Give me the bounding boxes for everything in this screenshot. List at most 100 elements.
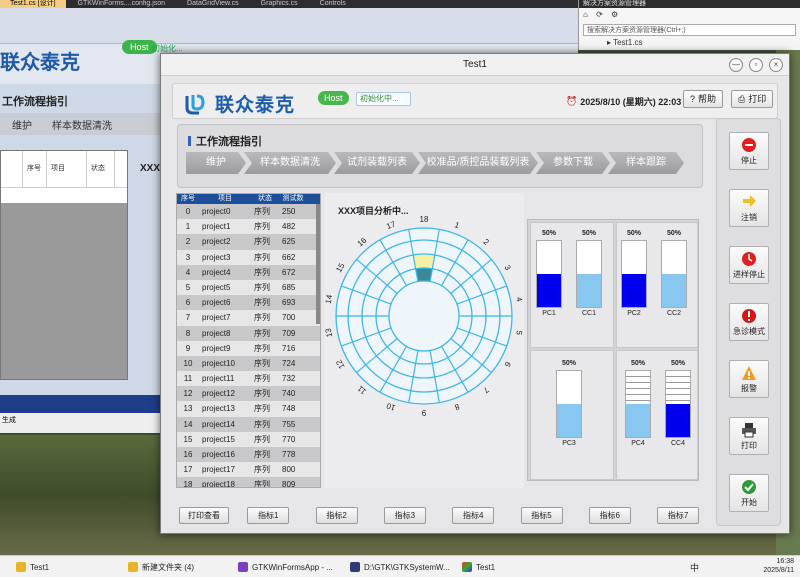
table-row[interactable]: 2 project2 序列 625 [177, 234, 320, 250]
taskbar-item[interactable]: GTKWinFormsApp - ... [238, 559, 333, 575]
side-button-warning[interactable]: 报警 [729, 360, 769, 398]
metric-button[interactable]: 指标6 [588, 507, 631, 524]
table-row[interactable]: 9 project9 序列 716 [177, 340, 320, 356]
table-scrollbar[interactable] [316, 204, 320, 324]
side-button-start[interactable]: 开始 [729, 474, 769, 512]
table-cell: 740 [282, 389, 296, 399]
table-cell: 13 [183, 404, 193, 414]
wheel-highlight-segment [413, 254, 435, 269]
table-row[interactable]: 4 project4 序列 672 [177, 264, 320, 280]
table-cell: 序列 [254, 267, 270, 277]
metric-button[interactable]: 指标1 [247, 507, 290, 524]
taskbar-item[interactable]: D:\GTK\GTKSystemW... [350, 559, 450, 575]
taskbar-item[interactable]: Test1 [16, 559, 49, 575]
maximize-button[interactable]: ▫ [749, 58, 763, 72]
bg-tab: 维护 [12, 120, 32, 132]
table-row[interactable]: 3 project3 序列 662 [177, 249, 320, 265]
table-cell: 序列 [254, 222, 270, 232]
side-button-logout[interactable]: 注销 [729, 189, 769, 227]
col-header-status[interactable]: 状态 [251, 194, 279, 204]
table-row[interactable]: 15 project15 序列 770 [177, 431, 320, 447]
workflow-step-maintenance[interactable]: 维护 [186, 152, 246, 174]
table-row[interactable]: 8 project8 序列 709 [177, 325, 320, 341]
workflow-step-sample-tracking[interactable]: 样本跟踪 [608, 152, 684, 174]
close-button[interactable]: × [769, 58, 783, 72]
table-row[interactable]: 6 project6 序列 693 [177, 295, 320, 311]
metric-button[interactable]: 指标7 [657, 507, 700, 524]
table-row[interactable]: 12 project12 序列 740 [177, 386, 320, 402]
minimize-button[interactable]: — [729, 58, 743, 72]
table-cell: 809 [282, 480, 296, 488]
col-header-count[interactable]: 测试数 [279, 194, 307, 204]
table-cell: 序列 [254, 404, 270, 414]
gauge-fill [626, 404, 650, 437]
solution-tree-item[interactable]: ▸ Test1.cs [579, 38, 800, 47]
table-cell: project1 [202, 222, 231, 232]
side-button-stop[interactable]: 停止 [729, 132, 769, 170]
side-button-printer[interactable]: 打印 [729, 417, 769, 455]
help-button[interactable]: ? 帮助 [683, 90, 724, 108]
gauge: 50% PC3 [556, 360, 582, 447]
table-row[interactable]: 7 project7 序列 700 [177, 310, 320, 326]
gauge-label: PC1 [542, 310, 556, 317]
ide-tab[interactable]: GTKWinForms....config.json [68, 0, 176, 8]
system-clock[interactable]: 16:38 2025/8/11 [763, 557, 794, 575]
refresh-icon[interactable]: ⟳ [596, 10, 603, 19]
table-cell: 748 [282, 404, 296, 414]
solution-explorer-title: 解决方案资源管理器 [579, 0, 800, 8]
table-row[interactable]: 17 project17 序列 800 [177, 462, 320, 478]
workflow-step-sample-cleaning[interactable]: 样本数据清洗 [244, 152, 336, 174]
metric-button[interactable]: 指标3 [383, 507, 426, 524]
table-cell: 序列 [254, 207, 270, 216]
table-row[interactable]: 1 project1 序列 482 [177, 219, 320, 235]
table-row[interactable]: 13 project13 序列 748 [177, 401, 320, 417]
settings-icon[interactable]: ⚙ [611, 10, 618, 19]
ide-tab[interactable]: Graphics.cs [251, 0, 308, 8]
ide-tab[interactable]: DataGridView.cs [177, 0, 249, 8]
print-button[interactable]: ⎙ 打印 [731, 90, 774, 108]
print-preview-button[interactable]: 打印查看 [179, 507, 229, 524]
table-row[interactable]: 10 project10 序列 724 [177, 355, 320, 372]
gauge-fill [662, 274, 686, 307]
taskbar-item-label: Test1 [30, 562, 50, 572]
side-button-label: 进样停止 [733, 270, 765, 279]
table-row[interactable]: 5 project5 序列 685 [177, 279, 320, 296]
taskbar-item[interactable]: 新建文件夹 (4) [128, 559, 194, 575]
taskbar-item[interactable]: Test1 [462, 559, 495, 575]
table-row[interactable]: 18 project18 序列 809 [177, 477, 320, 488]
side-button-clock-stop[interactable]: 进样停止 [729, 246, 769, 284]
table-row[interactable]: 14 project14 序列 755 [177, 416, 320, 432]
metric-button[interactable]: 指标4 [452, 507, 495, 524]
col-header-index[interactable]: 序号 [177, 194, 199, 204]
table-cell: project0 [202, 207, 231, 216]
workflow-step-calibrator-list[interactable]: 校准品/质控品装载列表 [418, 152, 538, 174]
ime-indicator[interactable]: 中 [690, 559, 699, 575]
clock-stop-icon [730, 251, 768, 267]
table-row[interactable]: 16 project16 序列 778 [177, 447, 320, 463]
ide-tab[interactable]: Test1.cs [设计] [0, 0, 66, 8]
designer-toolbar [0, 8, 578, 44]
table-cell: project12 [202, 389, 235, 399]
workflow-steps: 维护 样本数据清洗 试剂装载列表 校准品/质控品装载列表 参数下载 样本跟踪 [186, 152, 682, 174]
gauge-fill [577, 274, 601, 307]
workflow-step-param-download[interactable]: 参数下载 [536, 152, 610, 174]
workflow-step-reagent-list[interactable]: 试剂装载列表 [334, 152, 420, 174]
project-table: 序号 项目 状态 测试数 0 project0 序列 250 1 project1 序列 48… [176, 193, 321, 488]
side-button-emergency[interactable]: 急诊模式 [729, 303, 769, 341]
table-row[interactable]: 11 project11 序列 732 [177, 371, 320, 387]
gauge-panel: 50% PC1 50% CC1 50% PC2 50% CC2 50% PC3 50% PC4 50% C… [527, 219, 699, 481]
table-row[interactable]: 0 project0 序列 250 [177, 204, 320, 220]
col-header-project[interactable]: 项目 [199, 194, 251, 204]
ide-tab[interactable]: Controls [310, 0, 356, 8]
window-titlebar[interactable]: Test1 — ▫ × [161, 54, 789, 76]
app-header: 联众泰克 Host 初始化中... ⏰ 2025/8/10 (星期六) 22:0… [172, 83, 778, 119]
terminal-icon [350, 562, 360, 572]
gauge-fill [557, 404, 581, 437]
metric-button[interactable]: 指标5 [520, 507, 563, 524]
metric-button[interactable]: 指标2 [315, 507, 358, 524]
table-cell: 2 [185, 237, 191, 247]
gauge-bar [665, 370, 691, 438]
solution-search-input[interactable]: 搜索解决方案资源管理器(Ctrl+;) [583, 24, 796, 36]
alarm-clock-icon: ⏰ [566, 96, 578, 106]
home-icon[interactable]: ⌂ [583, 10, 588, 19]
